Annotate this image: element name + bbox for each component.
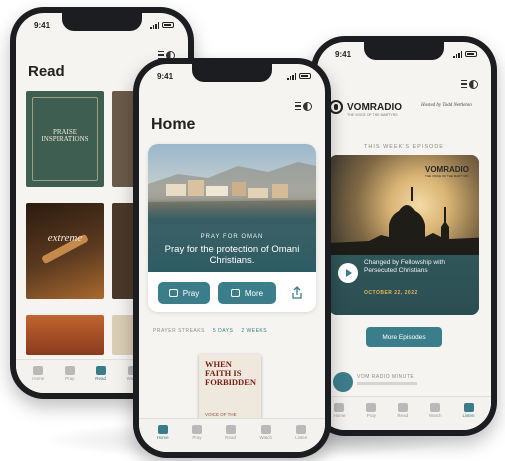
tab-bar: Home Pray Read Watch Listen	[139, 418, 325, 452]
home-screen: 9:41 Home PRAY FOR OMAN Pray for the pro…	[139, 64, 325, 452]
tab-pray[interactable]: Pray	[191, 425, 202, 440]
home-icon	[33, 366, 44, 375]
book-title: WHEN FAITH IS FORBIDDEN	[205, 359, 257, 387]
battery-icon	[162, 22, 174, 28]
status-bar: 9:41	[34, 19, 174, 31]
prayer-streaks: PRAYER STREAKS 5 DAYS 2 WEEKS	[153, 328, 315, 334]
status-time: 9:41	[157, 71, 174, 81]
tab-home[interactable]: Home	[32, 366, 44, 381]
phone-radio: 9:41 VOMRADIO THE VOICE OF THE MARTYRS H…	[311, 36, 497, 436]
book-cover[interactable]	[26, 315, 104, 355]
praying-hands-icon	[64, 366, 75, 375]
tab-bar: Home Pray Read Watch Listen	[317, 396, 491, 430]
tab-read[interactable]: Read	[95, 366, 106, 381]
share-icon[interactable]	[290, 286, 304, 300]
list-icon	[230, 289, 240, 297]
episode-date: OCTOBER 22, 2022	[364, 290, 418, 296]
theme-toggle-icon[interactable]	[461, 78, 479, 90]
book-icon	[95, 366, 106, 375]
praying-hands-icon	[366, 403, 377, 412]
book-cover[interactable]: PRAISE INSPIRATIONS	[26, 91, 104, 187]
page-title: Home	[151, 116, 196, 133]
minute-subtitle	[357, 382, 417, 385]
tab-read[interactable]: Read	[225, 425, 236, 440]
theme-toggle-icon[interactable]	[295, 100, 313, 112]
home-icon	[157, 425, 168, 434]
more-button[interactable]: More	[218, 282, 276, 304]
episode-image: VOMRADIO THE VOICE OF THE MARTYRS	[329, 155, 479, 255]
status-bar: 9:41	[157, 70, 311, 82]
book-icon	[225, 425, 236, 434]
pray-button[interactable]: Pray	[158, 282, 210, 304]
home-icon	[334, 403, 345, 412]
headphones-icon	[463, 403, 474, 412]
app-showcase: 9:41 Read PRAISE INSPIRATIONS extreme Ho…	[0, 0, 505, 461]
radio-screen: 9:41 VOMRADIO THE VOICE OF THE MARTYRS H…	[317, 42, 491, 430]
signal-icon	[453, 51, 462, 58]
episode-title: Changed by Fellowship with Persecuted Ch…	[364, 259, 445, 274]
tab-home[interactable]: Home	[157, 425, 169, 440]
book-title: extreme	[47, 232, 83, 244]
section-label: THIS WEEK'S EPISODE	[364, 144, 444, 150]
book-cover[interactable]: extreme	[26, 203, 104, 299]
tab-pray[interactable]: Pray	[64, 366, 75, 381]
battery-icon	[299, 73, 311, 79]
status-icons	[150, 22, 174, 29]
headphones-icon	[296, 425, 307, 434]
tab-watch[interactable]: Watch	[259, 425, 272, 440]
prayer-card: PRAY FOR OMAN Pray for the protection of…	[148, 144, 316, 312]
streaks-label: PRAYER STREAKS	[153, 328, 205, 334]
tab-listen[interactable]: Listen	[295, 425, 307, 440]
minute-label: VOM RADIO MINUTE	[357, 374, 415, 380]
battery-icon	[465, 51, 477, 57]
book-icon	[397, 403, 408, 412]
episode-card[interactable]: VOMRADIO THE VOICE OF THE MARTYRS Changed…	[329, 155, 479, 315]
signal-icon	[287, 73, 296, 80]
status-time: 9:41	[335, 49, 352, 59]
more-episodes-button[interactable]: More Episodes	[366, 327, 442, 347]
vom-radio-logo: VOMRADIO THE VOICE OF THE MARTYRS	[329, 100, 402, 117]
tab-home[interactable]: Home	[333, 403, 345, 418]
praying-hands-icon	[191, 425, 202, 434]
tab-watch[interactable]: Watch	[429, 403, 442, 418]
tab-listen[interactable]: Listen	[463, 403, 475, 418]
play-button[interactable]	[338, 263, 358, 283]
status-bar: 9:41	[335, 48, 477, 60]
episode-badge: VOMRADIO THE VOICE OF THE MARTYRS	[425, 165, 469, 178]
card-description: Pray for the protection of Omani Christi…	[164, 244, 300, 267]
status-icons	[287, 73, 311, 80]
play-icon	[430, 403, 441, 412]
radio-minute-row[interactable]: VOM RADIO MINUTE	[333, 372, 475, 392]
book-title: PRAISE INSPIRATIONS	[41, 128, 89, 144]
card-kicker: PRAY FOR OMAN	[200, 234, 264, 240]
status-time: 9:41	[34, 20, 51, 30]
host-signature: Hosted by Todd Nettleton	[421, 103, 472, 108]
play-button[interactable]	[333, 372, 353, 392]
status-icons	[453, 51, 477, 58]
signal-icon	[150, 22, 159, 29]
play-icon	[260, 425, 271, 434]
phone-home: 9:41 Home PRAY FOR OMAN Pray for the pro…	[133, 58, 331, 458]
microphone-icon	[329, 100, 343, 114]
praying-hands-icon	[168, 289, 178, 297]
streak-days: 5 DAYS	[212, 328, 234, 334]
page-title: Read	[28, 63, 65, 80]
tab-read[interactable]: Read	[397, 403, 408, 418]
tab-pray[interactable]: Pray	[366, 403, 377, 418]
streak-weeks: 2 WEEKS	[241, 328, 268, 334]
